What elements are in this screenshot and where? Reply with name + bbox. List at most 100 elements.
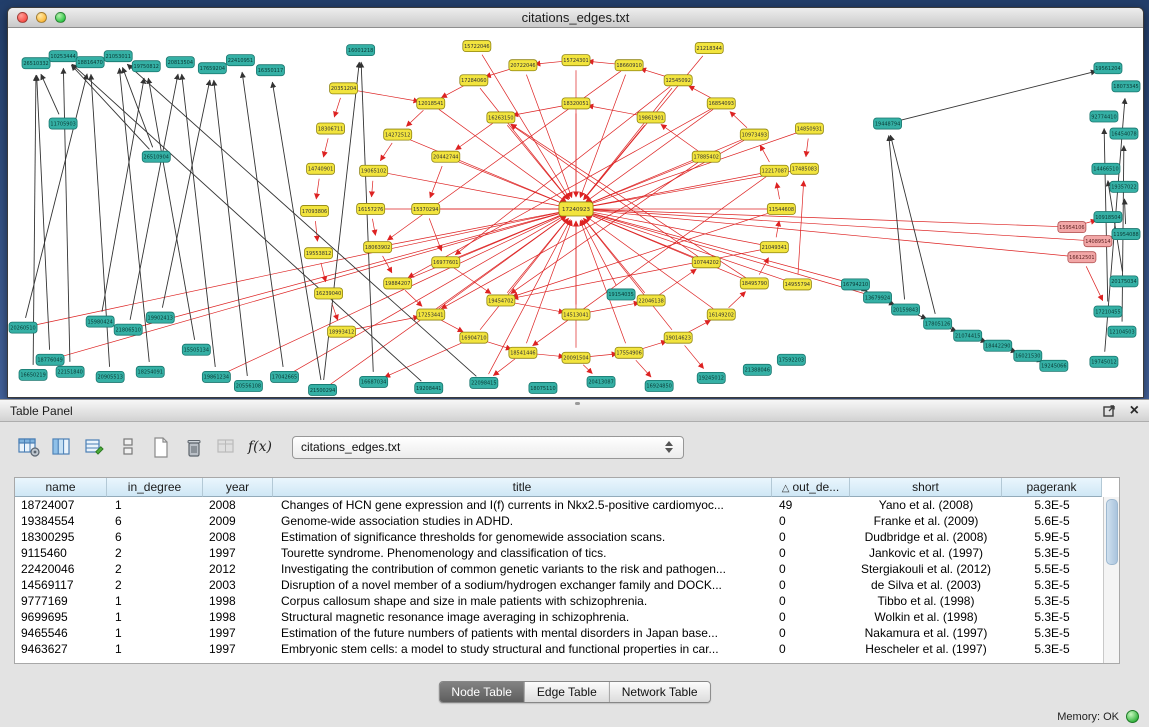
table-cell[interactable]: 1 bbox=[107, 593, 203, 609]
column-header-short[interactable]: short bbox=[850, 478, 1002, 497]
table-cell[interactable]: 1998 bbox=[203, 609, 273, 625]
network-node[interactable]: 21388046 bbox=[743, 364, 771, 375]
network-node[interactable]: 21500294 bbox=[309, 384, 337, 395]
network-node[interactable]: 11705903 bbox=[49, 118, 77, 129]
network-node[interactable]: 20813504 bbox=[166, 57, 194, 68]
network-node[interactable]: 21049341 bbox=[760, 242, 788, 253]
column-header-in_degree[interactable]: in_degree bbox=[107, 478, 203, 497]
network-node[interactable]: 14955794 bbox=[783, 279, 811, 290]
table-cell[interactable]: 1997 bbox=[203, 625, 273, 641]
network-node[interactable]: 18254091 bbox=[136, 366, 164, 377]
column-settings-button[interactable] bbox=[16, 434, 42, 460]
close-window-button[interactable] bbox=[17, 12, 28, 23]
table-cell[interactable]: Investigating the contribution of common… bbox=[273, 561, 772, 577]
network-node[interactable]: 14740901 bbox=[307, 163, 335, 174]
network-node[interactable]: 20159843 bbox=[892, 304, 920, 315]
network-node[interactable]: 12018541 bbox=[417, 98, 445, 109]
table-cell[interactable]: 1 bbox=[107, 497, 203, 513]
network-node[interactable]: 16904710 bbox=[460, 332, 488, 343]
table-row[interactable]: 1872400712008Changes of HCN gene express… bbox=[15, 497, 1119, 513]
table-cell[interactable]: Stergiakouli et al. (2012) bbox=[850, 561, 1002, 577]
network-node[interactable]: 19884207 bbox=[384, 278, 412, 289]
table-row[interactable]: 2242004622012Investigating the contribut… bbox=[15, 561, 1119, 577]
splitter-grip[interactable] bbox=[575, 402, 580, 405]
table-cell[interactable]: 1 bbox=[107, 609, 203, 625]
table-cell[interactable]: 0 bbox=[772, 561, 850, 577]
network-node[interactable]: 19245012 bbox=[697, 372, 725, 383]
network-node[interactable]: 16687034 bbox=[360, 376, 388, 387]
network-node[interactable]: 18073345 bbox=[1112, 81, 1140, 92]
network-node[interactable]: 15505134 bbox=[182, 344, 210, 355]
table-cell[interactable]: Tourette syndrome. Phenomenology and cla… bbox=[273, 545, 772, 561]
network-node[interactable]: 16612501 bbox=[1068, 252, 1096, 263]
network-node[interactable]: 17093806 bbox=[301, 205, 329, 216]
network-node[interactable]: 18075110 bbox=[529, 382, 557, 393]
table-cell[interactable]: 2 bbox=[107, 545, 203, 561]
table-cell[interactable]: 19384554 bbox=[15, 513, 107, 529]
table-selector-dropdown[interactable]: citations_edges.txt bbox=[292, 436, 684, 459]
function-builder-button[interactable]: f(x) bbox=[247, 434, 273, 460]
network-node[interactable]: 22098415 bbox=[470, 377, 498, 388]
network-node[interactable]: 16001218 bbox=[347, 45, 375, 56]
network-node[interactable]: 22046138 bbox=[637, 295, 665, 306]
table-cell[interactable]: 1997 bbox=[203, 545, 273, 561]
network-node[interactable]: 18063902 bbox=[364, 242, 392, 253]
table-cell[interactable]: Changes of HCN gene expression and I(f) … bbox=[273, 497, 772, 513]
row-height-button[interactable] bbox=[115, 434, 141, 460]
network-node[interactable]: 18660910 bbox=[615, 60, 643, 71]
table-cell[interactable]: Hescheler et al. (1997) bbox=[850, 641, 1002, 657]
table-row[interactable]: 969969511998Structural magnetic resonanc… bbox=[15, 609, 1119, 625]
table-cell[interactable]: Wolkin et al. (1998) bbox=[850, 609, 1002, 625]
table-cell[interactable]: 5.3E-5 bbox=[1002, 625, 1102, 641]
table-cell[interactable]: 1 bbox=[107, 625, 203, 641]
network-node[interactable]: 15954106 bbox=[1058, 222, 1086, 233]
network-node[interactable]: 19448794 bbox=[874, 118, 902, 129]
network-node[interactable]: 16924850 bbox=[645, 380, 673, 391]
float-panel-icon[interactable] bbox=[1103, 404, 1116, 417]
close-panel-icon[interactable]: × bbox=[1130, 404, 1139, 417]
table-cell[interactable]: 0 bbox=[772, 577, 850, 593]
network-node[interactable]: 19553812 bbox=[305, 248, 333, 259]
network-node[interactable]: 19065102 bbox=[360, 165, 388, 176]
table-cell[interactable]: 9115460 bbox=[15, 545, 107, 561]
network-node[interactable]: 15980424 bbox=[86, 316, 114, 327]
network-node[interactable]: 20722046 bbox=[509, 60, 537, 71]
network-node[interactable]: 11954088 bbox=[1112, 229, 1140, 240]
network-node[interactable]: 17805126 bbox=[924, 318, 952, 329]
table-cell[interactable]: Corpus callosum shape and size in male p… bbox=[273, 593, 772, 609]
table-cell[interactable]: 0 bbox=[772, 625, 850, 641]
network-node[interactable]: 10973493 bbox=[740, 129, 768, 140]
network-node[interactable]: 26510904 bbox=[142, 151, 170, 162]
network-node[interactable]: 10744202 bbox=[692, 257, 720, 268]
network-node[interactable]: 22410951 bbox=[226, 55, 254, 66]
network-node[interactable]: 26510332 bbox=[22, 58, 50, 69]
table-cell[interactable]: Estimation of the future numbers of pati… bbox=[273, 625, 772, 641]
table-cell[interactable]: 2008 bbox=[203, 497, 273, 513]
network-node[interactable]: 19245066 bbox=[1040, 360, 1068, 371]
network-node[interactable]: 21218344 bbox=[695, 43, 723, 54]
table-cell[interactable]: 5.3E-5 bbox=[1002, 609, 1102, 625]
network-node[interactable]: 19454702 bbox=[487, 295, 515, 306]
table-cell[interactable]: Nakamura et al. (1997) bbox=[850, 625, 1002, 641]
network-node[interactable]: 17253441 bbox=[417, 309, 445, 320]
table-cell[interactable]: 5.3E-5 bbox=[1002, 497, 1102, 513]
network-node[interactable]: 10253444 bbox=[49, 51, 77, 62]
table-cell[interactable]: 1997 bbox=[203, 641, 273, 657]
network-node[interactable]: 16149202 bbox=[707, 309, 735, 320]
network-node[interactable]: 19902413 bbox=[146, 312, 174, 323]
column-header-pagerank[interactable]: pagerank bbox=[1002, 478, 1102, 497]
network-node[interactable]: 10918504 bbox=[1094, 211, 1122, 222]
network-node[interactable]: 19357022 bbox=[1110, 181, 1138, 192]
show-columns-button[interactable] bbox=[49, 434, 75, 460]
network-node[interactable]: 18993412 bbox=[328, 326, 356, 337]
network-node[interactable]: 19014623 bbox=[664, 332, 692, 343]
network-node[interactable]: 22151840 bbox=[56, 366, 84, 377]
network-node[interactable]: 12545092 bbox=[664, 75, 692, 86]
table-cell[interactable]: 5.3E-5 bbox=[1002, 593, 1102, 609]
memory-ok-indicator-icon[interactable] bbox=[1126, 710, 1139, 723]
table-cell[interactable]: 2012 bbox=[203, 561, 273, 577]
table-cell[interactable]: 1 bbox=[107, 641, 203, 657]
network-node[interactable]: 17554906 bbox=[615, 347, 643, 358]
network-node[interactable]: 15722046 bbox=[463, 41, 491, 52]
table-row[interactable]: 977716911998Corpus callosum shape and si… bbox=[15, 593, 1119, 609]
